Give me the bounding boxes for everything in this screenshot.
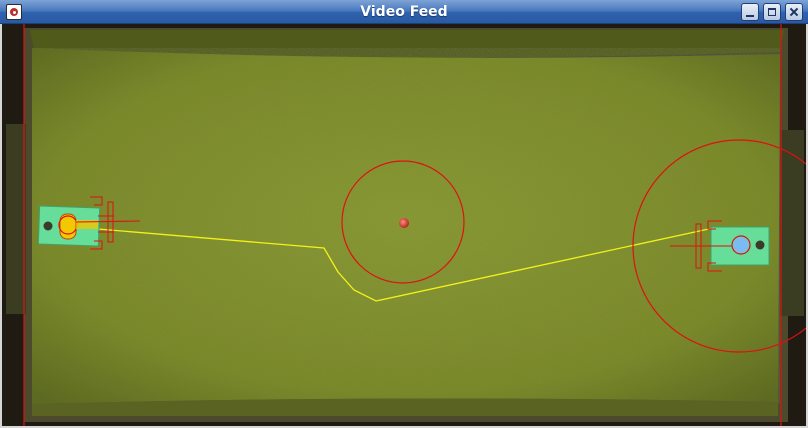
ball xyxy=(399,218,409,228)
left-goal xyxy=(6,124,26,314)
close-button[interactable] xyxy=(785,3,803,21)
right-goal xyxy=(780,130,804,316)
window-title: Video Feed xyxy=(360,4,448,20)
left-robot-dot xyxy=(43,221,53,231)
minimize-button[interactable] xyxy=(741,3,759,21)
right-robot-body xyxy=(733,237,749,253)
video-frame xyxy=(2,24,806,426)
video-feed xyxy=(2,24,806,426)
right-robot-dot xyxy=(755,240,765,250)
maximize-button[interactable] xyxy=(763,3,781,21)
title-bar[interactable]: Video Feed xyxy=(0,0,808,24)
